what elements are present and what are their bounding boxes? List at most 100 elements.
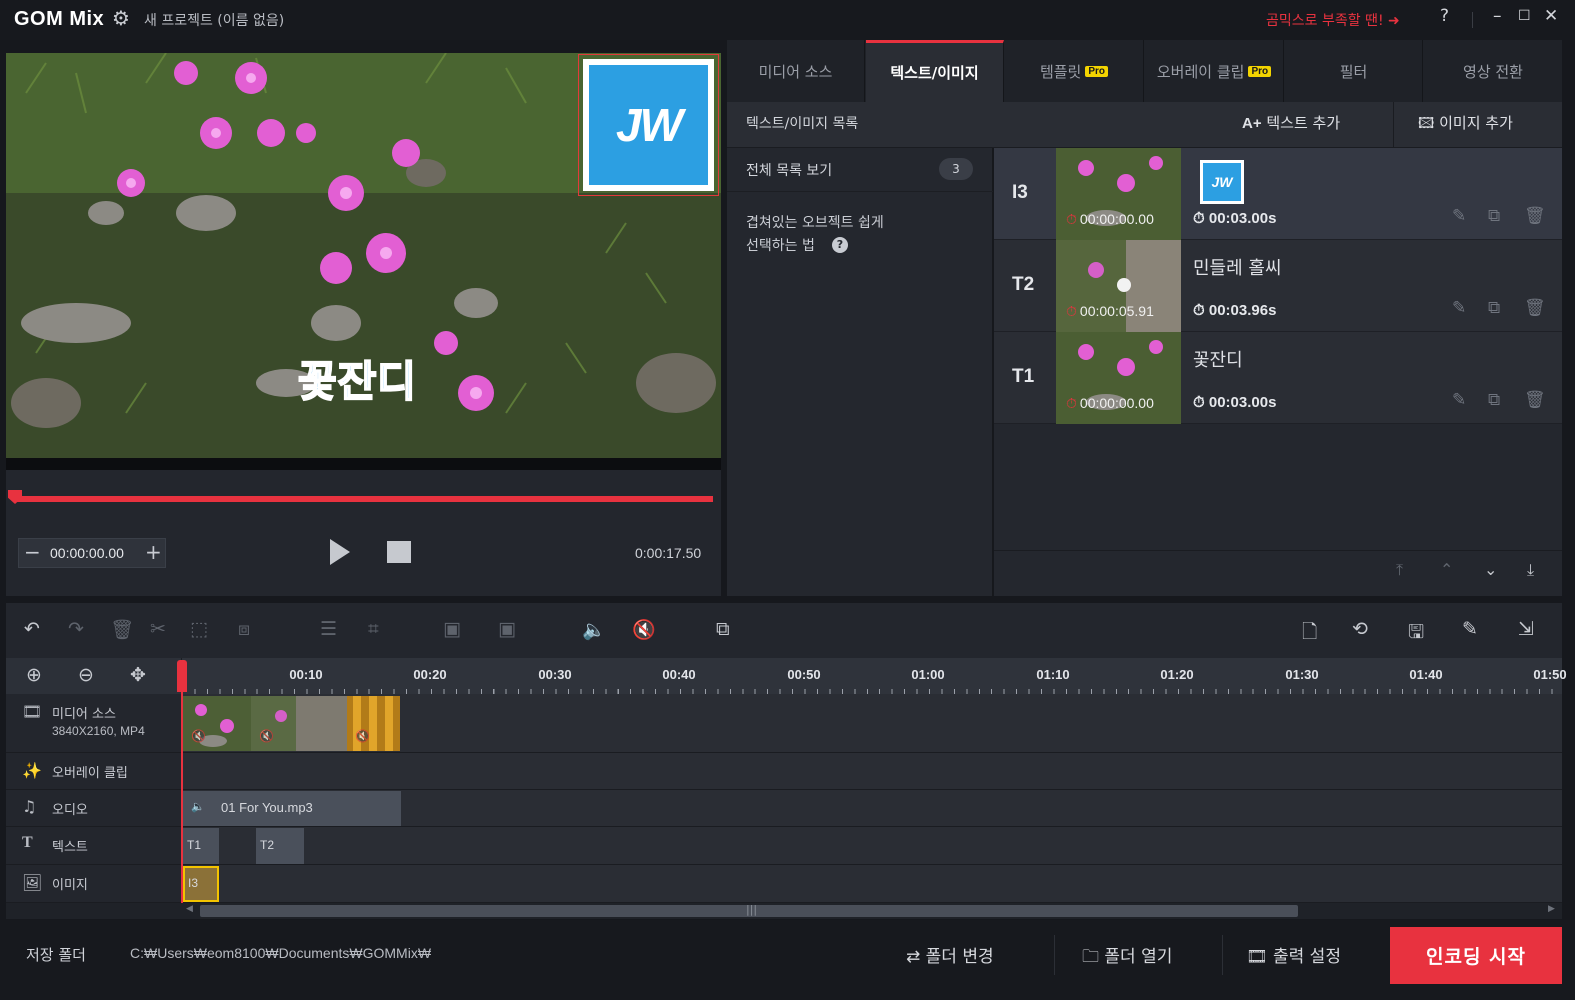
project-title: 새 프로젝트 (이름 없음)	[144, 13, 285, 29]
tab-filter[interactable]: 필터	[1285, 40, 1423, 102]
add-image-button[interactable]: 🖾 이미지 추가	[1418, 112, 1513, 138]
list-item[interactable]: T2 ⏱ 00:00:05.91 민들레 홀씨 ⏱ 00:03.96s ✎ ⧉ 🗑	[994, 240, 1562, 332]
output-settings-button[interactable]: 🎞 출력 설정	[1246, 942, 1341, 967]
overlay-logo-text: JW	[616, 99, 683, 151]
open-folder-button[interactable]: 🗀 폴더 열기	[1082, 942, 1172, 973]
delete-icon[interactable]: 🗑	[1524, 390, 1546, 410]
scroll-left-icon[interactable]: ◀	[186, 904, 193, 914]
edit-icon[interactable]: ✎	[1452, 390, 1466, 410]
text-clip[interactable]: T1	[183, 828, 219, 864]
current-time[interactable]: 00:00:00.00	[50, 545, 124, 561]
edit-icon[interactable]: ✎	[1452, 298, 1466, 318]
edit-icon[interactable]: ✎	[1452, 206, 1466, 226]
move-bottom-icon[interactable]: ⤓	[1527, 560, 1534, 580]
screen-capture-icon[interactable]: ⧉	[716, 618, 730, 640]
question-icon[interactable]: ?	[832, 237, 848, 253]
audio-volume-icon: 🔈	[191, 801, 205, 813]
audio-clip[interactable]: 🔈 01 For You.mp3	[183, 791, 401, 826]
scrollbar-grip-icon: |||	[746, 903, 758, 916]
playhead-handle[interactable]	[177, 660, 187, 692]
select-area-icon[interactable]: ⬚	[190, 618, 208, 640]
image-right-icon[interactable]: ▣	[498, 618, 516, 640]
audio-clip-name: 01 For You.mp3	[221, 800, 313, 815]
zoom-in-icon[interactable]: ⊕	[26, 664, 42, 686]
duplicate-icon[interactable]: ⧉	[1488, 298, 1500, 318]
adjust-icon[interactable]: ☰	[320, 618, 337, 640]
media-clip[interactable]: 🔇	[251, 696, 347, 751]
fit-timeline-icon[interactable]: ✥	[130, 664, 146, 686]
redo-icon[interactable]: ↷	[68, 618, 84, 640]
media-clip[interactable]: 🔇	[183, 696, 251, 751]
split-select-icon[interactable]: ⧈	[238, 618, 250, 640]
gear-icon[interactable]: ⚙	[112, 6, 130, 30]
image-overlay-selection[interactable]: JW	[578, 54, 719, 196]
track-lane-text[interactable]	[183, 827, 1562, 865]
tip-link-line2[interactable]: 선택하는 법	[746, 235, 815, 255]
tab-label: 오버레이 클립	[1156, 62, 1245, 81]
delete-icon[interactable]: 🗑	[1524, 298, 1546, 318]
tab-media-source[interactable]: 미디어 소스	[727, 40, 865, 102]
scroll-right-icon[interactable]: ▶	[1548, 904, 1555, 914]
mute-icon[interactable]: 🔇	[632, 618, 656, 641]
new-project-icon[interactable]: 🗋	[1302, 618, 1317, 650]
close-icon[interactable]: ✕	[1544, 6, 1558, 26]
list-item[interactable]: I3 ⏱ 00:00:00.00 JW ⏱ 00:03.00s ✎ ⧉ 🗑	[994, 148, 1562, 240]
titlebar-divider	[1472, 12, 1473, 28]
minimize-icon[interactable]: –	[1493, 6, 1502, 26]
total-time: 0:00:17.50	[635, 545, 702, 561]
save-project-icon[interactable]: 🖫	[1408, 618, 1424, 650]
change-folder-button[interactable]: ⇄ 폴더 변경	[906, 942, 994, 967]
cut-icon[interactable]: ✂	[150, 618, 166, 640]
bottom-divider	[1222, 935, 1223, 975]
track-header-media: 🎞 미디어 소스 3840X2160, MP4	[6, 694, 182, 753]
bottom-divider	[1054, 935, 1055, 975]
text-clip[interactable]: T2	[256, 828, 304, 864]
track-header-image: 🖼 이미지	[6, 865, 182, 903]
media-clip[interactable]: 🔇	[347, 696, 400, 751]
time-increment-button[interactable]: +	[145, 540, 162, 564]
tab-transition[interactable]: 영상 전환	[1424, 40, 1562, 102]
item-duration-value: 00:03.00s	[1208, 394, 1277, 411]
duplicate-icon[interactable]: ⧉	[1488, 390, 1500, 410]
item-duration: ⏱ 00:03.00s	[1193, 394, 1276, 411]
all-list-label[interactable]: 전체 목록 보기	[746, 160, 832, 180]
trash-icon[interactable]: 🗑	[110, 618, 134, 641]
crop-icon[interactable]: ⌗	[368, 618, 379, 640]
track-lane-overlay[interactable]	[183, 753, 1562, 790]
export-project-icon[interactable]: ⇲	[1518, 618, 1534, 640]
start-encoding-button[interactable]: 인코딩 시작	[1390, 927, 1562, 984]
open-project-icon[interactable]: ⟲	[1352, 618, 1368, 640]
image-left-icon[interactable]: ▣	[443, 618, 461, 640]
tab-label: 영상 전환	[1463, 62, 1523, 81]
move-top-icon[interactable]: ⤒	[1396, 560, 1403, 580]
duplicate-icon[interactable]: ⧉	[1488, 206, 1500, 226]
track-name: 오버레이 클립	[52, 766, 128, 781]
track-header-overlay: ✨ 오버레이 클립	[6, 753, 182, 790]
volume-icon[interactable]: 🔈	[582, 618, 606, 641]
add-text-button[interactable]: A+ 텍스트 추가	[1242, 112, 1340, 133]
progress-bar[interactable]	[14, 496, 713, 502]
tip-link-line1[interactable]: 겹쳐있는 오브젝트 쉽게	[746, 212, 884, 232]
undo-icon[interactable]: ↶	[24, 618, 40, 640]
zoom-out-icon[interactable]: ⊖	[78, 664, 94, 686]
help-button[interactable]: ?	[1440, 6, 1449, 26]
move-down-icon[interactable]: ⌄	[1484, 560, 1497, 579]
move-up-icon[interactable]: ⌃	[1440, 560, 1453, 579]
tab-overlay-clip[interactable]: 오버레이 클립 Pro	[1145, 40, 1284, 102]
tab-template[interactable]: 템플릿 Pro	[1005, 40, 1144, 102]
delete-icon[interactable]: 🗑	[1524, 206, 1546, 226]
change-folder-label: 폴더 변경	[925, 947, 994, 967]
save-as-icon[interactable]: ✎	[1462, 618, 1478, 640]
promo-link[interactable]: 곰믹스로 부족할 땐! ➜	[1266, 10, 1400, 30]
preview-overlay-text[interactable]: 꽃잔디	[297, 348, 417, 409]
maximize-icon[interactable]: ☐	[1518, 8, 1531, 24]
stop-icon[interactable]	[387, 541, 411, 563]
image-clip[interactable]: I3	[183, 866, 219, 902]
item-image-preview: JW	[1200, 160, 1244, 204]
item-duration-value: 00:03.00s	[1208, 210, 1277, 227]
list-item[interactable]: T1 ⏱ 00:00:00.00 꽃잔디 ⏱ 00:03.00s ✎ ⧉ 🗑	[994, 332, 1562, 424]
play-icon[interactable]	[330, 539, 350, 565]
track-lane-image[interactable]	[183, 865, 1562, 903]
time-decrement-button[interactable]: −	[24, 540, 41, 564]
tab-text-image[interactable]: 텍스트/이미지	[866, 40, 1004, 102]
